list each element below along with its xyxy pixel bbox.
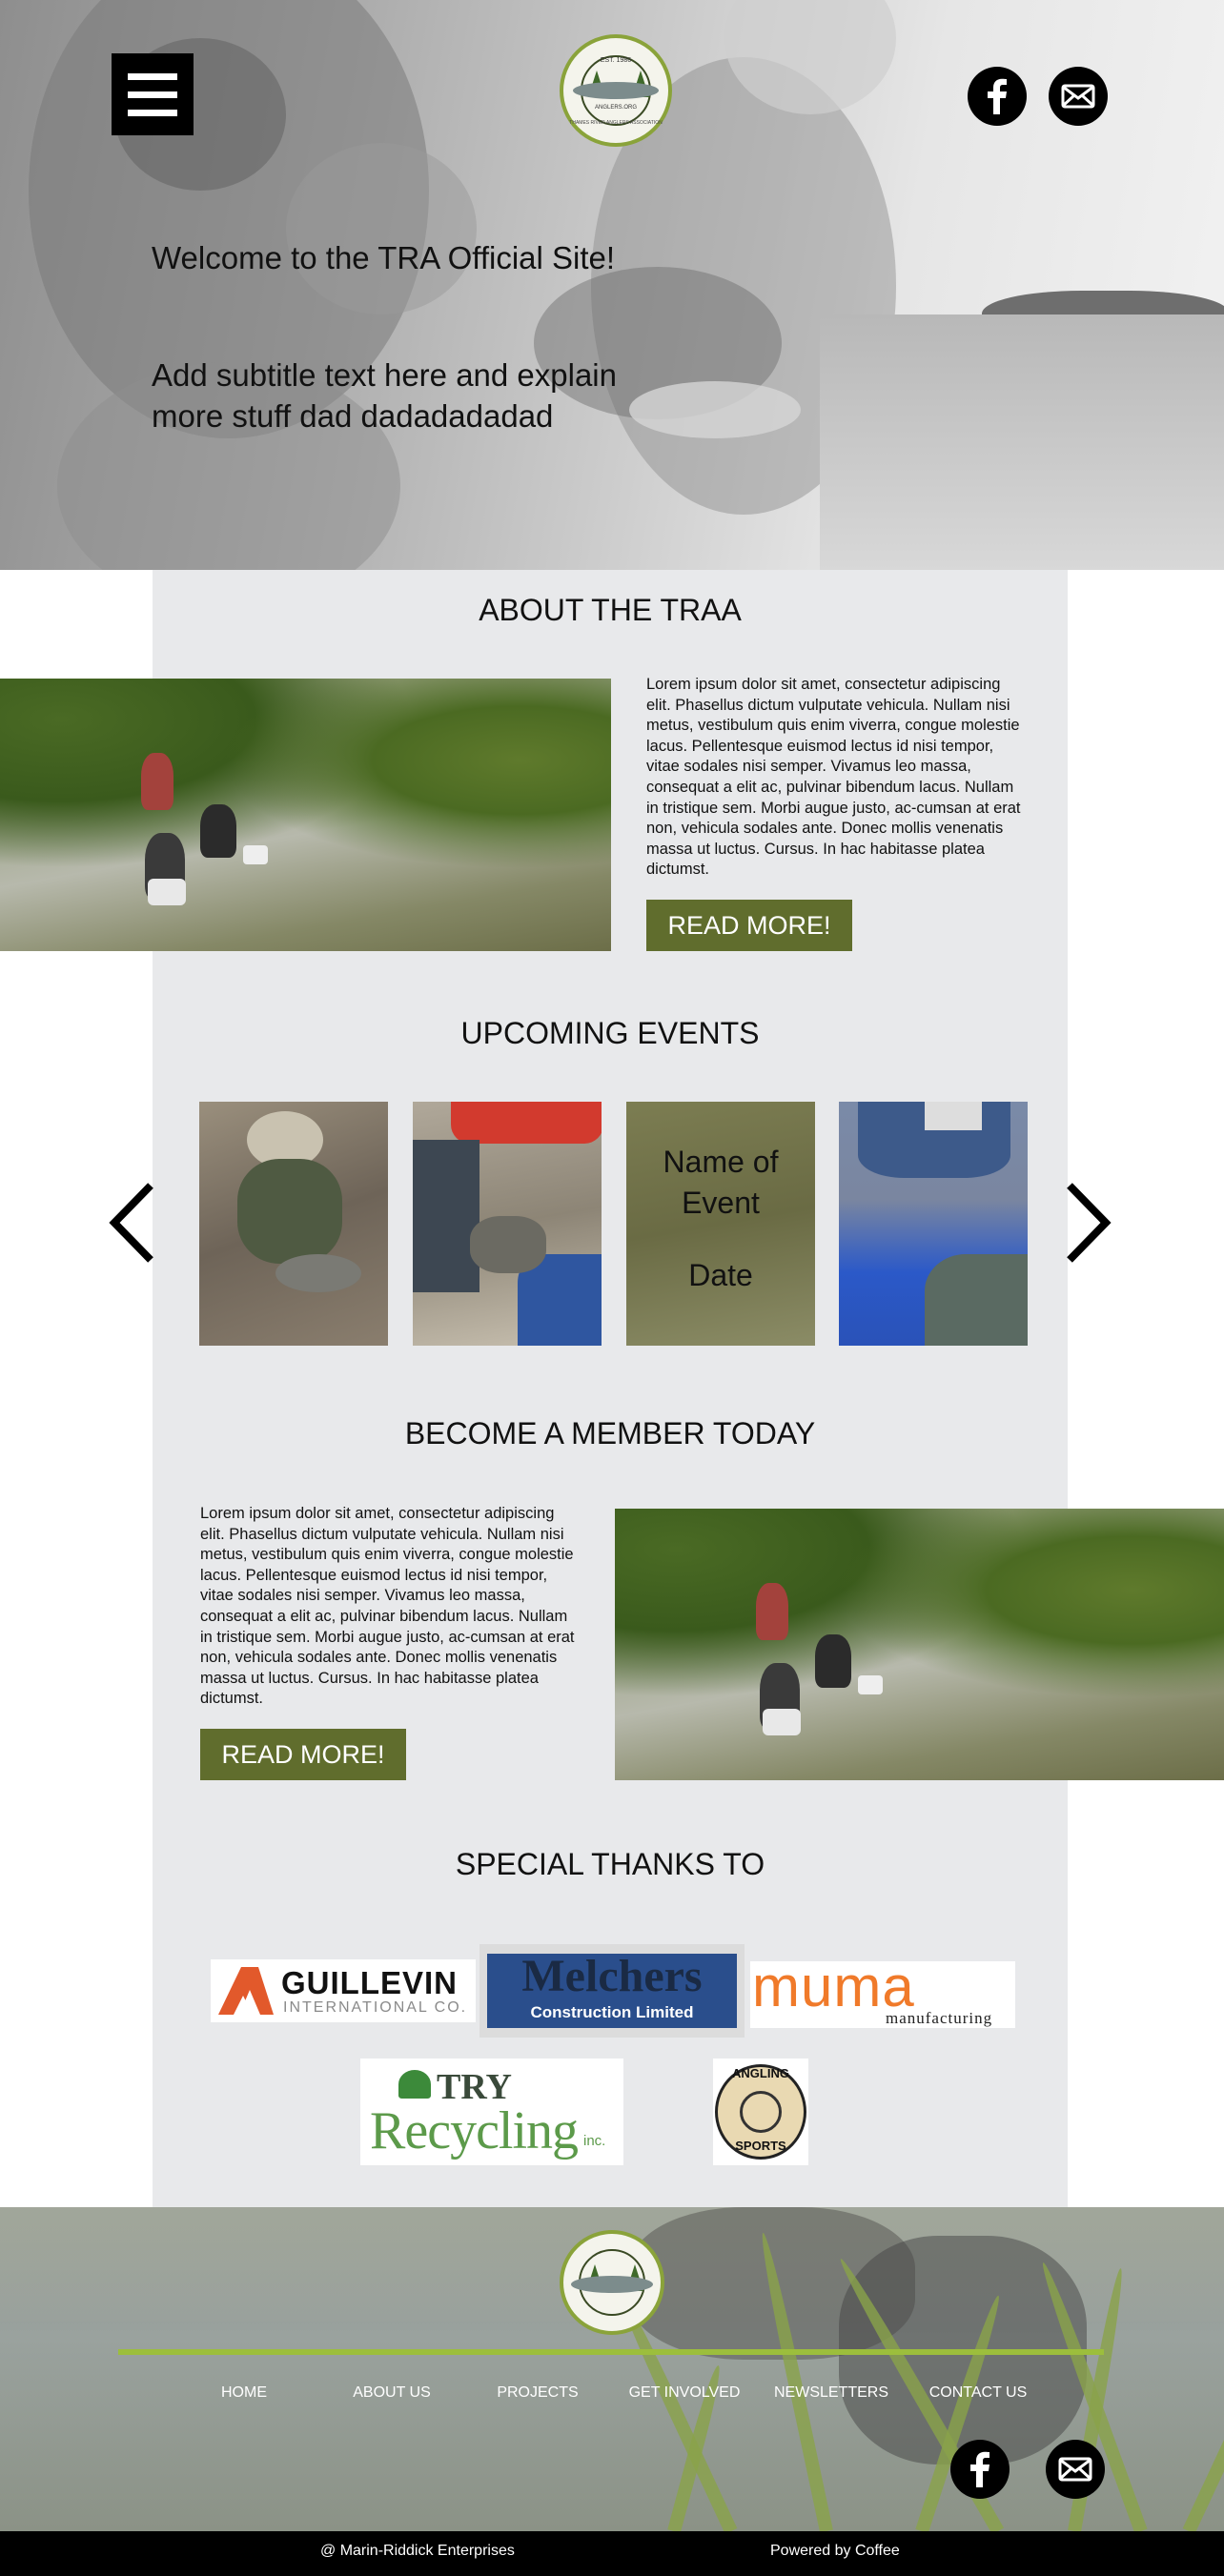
angling-bottom: SPORTS (735, 2139, 786, 2153)
muma-sub: manufacturing (886, 2009, 993, 2027)
about-read-more-button[interactable]: READ MORE! (646, 900, 852, 951)
email-icon[interactable] (1046, 2440, 1105, 2499)
event-date: Date (688, 1258, 753, 1292)
melchers-name: Melchers (521, 1951, 703, 2001)
recycling-name: Recycling (370, 2101, 579, 2160)
sponsor-guillevin[interactable]: GUILLEVIN INTERNATIONAL CO. (211, 1959, 476, 2022)
member-read-more-button[interactable]: READ MORE! (200, 1729, 406, 1780)
bottom-bar: @ Marin-Riddick Enterprises Powered by C… (0, 2531, 1224, 2576)
email-icon[interactable] (1049, 67, 1108, 126)
event-card[interactable] (413, 1102, 602, 1346)
member-text: Lorem ipsum dolor sit amet, consectetur … (200, 1505, 575, 1708)
menu-button[interactable] (112, 53, 194, 135)
logo-top-text: EST. 1986 (600, 57, 632, 64)
event-card[interactable] (839, 1102, 1028, 1346)
melchers-sub: Construction Limited (530, 2003, 694, 2021)
guillevin-name: GUILLEVIN (281, 1965, 459, 2000)
sponsor-try-recycling[interactable]: TRY Recycling inc. (360, 2059, 623, 2165)
try-suffix: inc. (583, 2133, 606, 2149)
credit-right: Powered by Coffee (770, 2543, 900, 2559)
event-card[interactable]: Name of Event Date (626, 1102, 815, 1346)
hero-title: Welcome to the TRA Official Site! (152, 240, 616, 275)
sponsor-angling-sports[interactable]: ANGLING SPORTS (713, 2059, 808, 2165)
member-photo (615, 1509, 1224, 1780)
facebook-icon[interactable] (968, 67, 1027, 126)
event-name: Name of Event (663, 1145, 779, 1220)
footer-nav-home[interactable]: HOME (168, 2384, 320, 2402)
about-title: ABOUT THE TRAA (479, 593, 742, 627)
footer-nav-get-involved[interactable]: GET INVOLVED (608, 2384, 761, 2402)
chevron-left-icon[interactable] (103, 1180, 160, 1266)
event-card[interactable] (199, 1102, 388, 1346)
facebook-icon[interactable] (950, 2440, 1010, 2499)
about-photo (0, 679, 611, 951)
sponsor-melchers[interactable]: Melchers Construction Limited (479, 1944, 745, 2038)
footer-logo[interactable] (560, 2230, 664, 2335)
member-title: BECOME A MEMBER TODAY (404, 1416, 816, 1450)
footer-nav-newsletters[interactable]: NEWSLETTERS (755, 2384, 908, 2402)
guillevin-sub: INTERNATIONAL CO. (283, 1999, 468, 2016)
sponsors-title: SPECIAL THANKS TO (455, 1847, 765, 1881)
about-text: Lorem ipsum dolor sit amet, consectetur … (646, 676, 1021, 879)
site-logo[interactable]: EST. 1986 ANGLERS.ORG THAMES RIVER ANGLE… (560, 34, 672, 147)
footer-nav-contact[interactable]: CONTACT US (902, 2384, 1054, 2402)
footer-nav-projects[interactable]: PROJECTS (461, 2384, 614, 2402)
sponsor-muma[interactable]: muma manufacturing (750, 1961, 1015, 2028)
credit-left: @ Marin-Riddick Enterprises (320, 2543, 515, 2559)
logo-mid-text: ANGLERS.ORG (594, 105, 637, 111)
footer-nav-about[interactable]: ABOUT US (316, 2384, 468, 2402)
logo-bottom-text: THAMES RIVER ANGLERS ASSOCIATION (569, 120, 663, 126)
footer-divider (118, 2349, 1104, 2355)
angling-top: ANGLING (732, 2066, 789, 2080)
hero-subtitle: Add subtitle text here and explain more … (152, 357, 617, 434)
chevron-right-icon[interactable] (1060, 1180, 1117, 1266)
events-title: UPCOMING EVENTS (460, 1016, 760, 1050)
